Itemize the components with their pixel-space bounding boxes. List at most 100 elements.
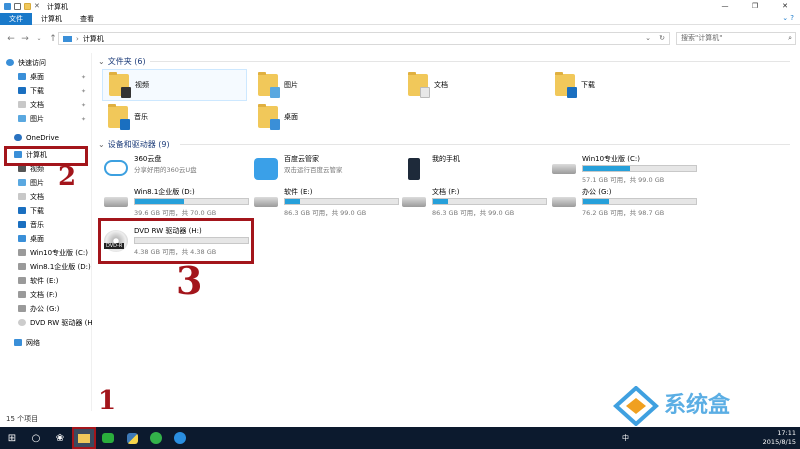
folder-label: 桌面 [284, 113, 298, 121]
search-icon: ⌕ [788, 34, 792, 42]
sidebar-item-documents-2[interactable]: 文档 [18, 191, 44, 204]
sidebar-item-pictures-2[interactable]: 图片 [18, 177, 44, 190]
watermark-text: 系统盒 [664, 393, 731, 418]
clock-date: 2015/8/15 [762, 438, 796, 446]
folder-desktop[interactable]: 桌面 [258, 101, 398, 133]
tab-view[interactable]: 查看 [71, 13, 103, 25]
sidebar-item-network[interactable]: 网络 [14, 337, 40, 350]
sidebar-item-label: 文档 (F:) [30, 291, 58, 299]
drive-icon [402, 197, 426, 207]
folders-section-header[interactable]: ⌄ 文件夹 (6) [98, 56, 798, 68]
system-tray[interactable]: 17:11 2015/8/15 [763, 429, 796, 447]
sidebar-item-onedrive[interactable]: OneDrive [14, 132, 59, 145]
drive-icon [18, 291, 26, 298]
drive-c[interactable]: Win10专业版 (C:) 57.1 GB 可用，共 99.0 GB [552, 154, 702, 188]
sidebar-item-downloads[interactable]: 下载 ✦ [18, 85, 92, 98]
sidebar-item-drive-h[interactable]: DVD RW 驱动器 (H [18, 317, 93, 330]
search-input[interactable]: 搜索"计算机" ⌕ [676, 32, 796, 45]
green-app-icon[interactable] [144, 427, 168, 449]
tab-file[interactable]: 文件 [0, 12, 32, 25]
desktop-icon [18, 73, 26, 80]
drive-icon [18, 249, 26, 256]
wechat-icon[interactable] [96, 427, 120, 449]
sidebar-item-drive-d[interactable]: Win8.1企业版 (D:) [18, 261, 91, 274]
back-button[interactable]: ← [4, 34, 18, 44]
drive-f[interactable]: 文档 (F:) 86.3 GB 可用，共 99.0 GB [402, 187, 552, 221]
sidebar-item-label: 网络 [26, 339, 40, 347]
python-icon[interactable] [120, 427, 144, 449]
refresh-icon[interactable]: ↻ [659, 34, 665, 42]
drive-e[interactable]: 软件 (E:) 86.3 GB 可用，共 99.0 GB [254, 187, 404, 221]
sidebar-item-drive-f[interactable]: 文档 (F:) [18, 289, 58, 302]
folder-downloads[interactable]: 下载 [555, 69, 695, 101]
browser-icon[interactable] [168, 427, 192, 449]
drive-d[interactable]: Win8.1企业版 (D:) 39.6 GB 可用，共 70.0 GB [104, 187, 254, 221]
drive-icon [104, 197, 128, 207]
drive-usage-fill [135, 199, 184, 204]
disc-icon [18, 319, 26, 326]
help-icon[interactable]: ⌄ ? [782, 14, 794, 22]
pin-icon: ✦ [80, 88, 86, 95]
cloud-icon [254, 158, 278, 180]
folder-music[interactable]: 音乐 [108, 101, 248, 133]
device-name: 百度云管家 [284, 155, 319, 163]
sidebar-item-music[interactable]: 音乐 [18, 219, 44, 232]
folder-label: 图片 [284, 81, 298, 89]
file-explorer-icon[interactable] [72, 427, 96, 449]
task-view-icon[interactable]: ❀ [48, 427, 72, 449]
forward-button[interactable]: → [18, 34, 32, 44]
search-placeholder: 搜索"计算机" [681, 34, 723, 42]
sidebar-item-desktop-2[interactable]: 桌面 [18, 233, 44, 246]
windows-drive-icon [552, 164, 576, 174]
sidebar-quick-access[interactable]: 快速访问 [6, 57, 46, 70]
sidebar-item-drive-g[interactable]: 办公 (G:) [18, 303, 59, 316]
folder-label: 音乐 [134, 113, 148, 121]
navigation-pane: 快速访问 桌面 ✦ 下载 ✦ 文档 ✦ 图片 ✦ OneDrive 计算机 视频 图片 … [0, 53, 93, 411]
sidebar-item-downloads-2[interactable]: 下载 [18, 205, 44, 218]
drive-usage-bar [432, 198, 547, 205]
sidebar-item-desktop[interactable]: 桌面 ✦ [18, 71, 92, 84]
folder-videos[interactable]: 视频 [102, 69, 247, 101]
close-button[interactable]: ✕ [770, 0, 800, 13]
computer-icon [4, 3, 11, 10]
delete-icon[interactable]: ✕ [34, 3, 41, 10]
tab-computer[interactable]: 计算机 [32, 13, 71, 25]
annotation-number-3: 3 [176, 258, 203, 303]
device-name: 360云盘 [134, 155, 162, 163]
input-language-indicator[interactable]: 中 [622, 433, 629, 443]
devices-section-header[interactable]: ⌄ 设备和驱动器 (9) [98, 139, 798, 151]
recent-dropdown-icon[interactable]: ⌄ [32, 35, 46, 42]
maximize-button[interactable]: ❐ [740, 0, 770, 13]
address-bar[interactable]: › 计算机 ⌄ ↻ [58, 32, 670, 45]
divider [180, 144, 790, 145]
minimize-button[interactable]: — [710, 0, 740, 13]
drive-usage-bar [134, 198, 249, 205]
sidebar-item-label: 文档 [30, 193, 44, 201]
drive-name: 办公 (G:) [582, 188, 612, 196]
folder-label: 文档 [434, 81, 448, 89]
computer-icon [63, 35, 72, 42]
sidebar-item-drive-e[interactable]: 软件 (E:) [18, 275, 58, 288]
address-dropdown-icon[interactable]: ⌄ [645, 34, 651, 42]
device-baidu-cloud[interactable]: 百度云管家 双击运行百度云管家 [254, 154, 404, 188]
sidebar-item-pictures[interactable]: 图片 ✦ [18, 113, 92, 126]
folder-pictures[interactable]: 图片 [258, 69, 398, 101]
windows-start-icon[interactable]: ⊞ [0, 427, 24, 449]
drive-g[interactable]: 办公 (G:) 76.2 GB 可用，共 98.7 GB [552, 187, 702, 221]
search-cortana-icon[interactable]: ○ [24, 427, 48, 449]
drive-free-space: 39.6 GB 可用，共 70.0 GB [134, 209, 217, 217]
device-my-phone[interactable]: 我的手机 [402, 154, 552, 188]
drive-usage-fill [583, 166, 631, 171]
sidebar-item-documents[interactable]: 文档 ✦ [18, 99, 92, 112]
folder-documents[interactable]: 文档 [408, 69, 548, 101]
drive-name: 软件 (E:) [284, 188, 313, 196]
drive-usage-bar [284, 198, 399, 205]
sidebar-item-drive-c[interactable]: Win10专业版 (C:) [18, 247, 88, 260]
new-folder-icon[interactable] [24, 3, 31, 10]
navigation-bar: ← → ⌄ ↑ › 计算机 ⌄ ↻ 搜索"计算机" ⌕ [0, 30, 800, 47]
download-icon [18, 87, 26, 94]
properties-icon[interactable] [14, 3, 21, 10]
device-360-cloud[interactable]: 360云盘 分享好用的360云U盘 [104, 154, 254, 188]
drive-icon [254, 197, 278, 207]
drive-usage-fill [433, 199, 448, 204]
